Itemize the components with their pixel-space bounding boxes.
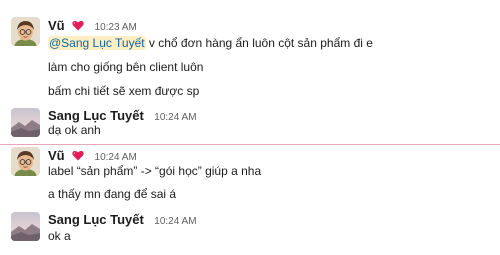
message-timestamp[interactable]: 10:24 AM bbox=[154, 216, 196, 227]
new-messages-divider bbox=[0, 144, 500, 145]
message-text: làm cho giống bên client luôn bbox=[48, 60, 204, 74]
heart-icon bbox=[72, 19, 84, 35]
message-text: label “sản phẩm” -> “gói học” giúp a nha bbox=[48, 164, 262, 178]
message-header: Sang Lục Tuyết 10:24 AM bbox=[48, 212, 197, 228]
message-text: bấm chi tiết sẽ xem được sp bbox=[48, 84, 200, 98]
user-avatar-sang[interactable] bbox=[11, 212, 40, 241]
user-avatar-vu[interactable] bbox=[11, 147, 40, 176]
sender-name[interactable]: Vũ bbox=[48, 18, 65, 33]
message-text: dạ ok anh bbox=[48, 123, 101, 137]
user-mention[interactable]: @Sang Lục Tuyết bbox=[48, 36, 146, 50]
message-timestamp[interactable]: 10:23 AM bbox=[95, 22, 137, 33]
message-header: Sang Lục Tuyết 10:24 AM bbox=[48, 108, 197, 124]
chat-message-list: Vũ 10:23 AM @Sang Lục Tuyết v chổ đơn hà… bbox=[0, 0, 500, 255]
message-timestamp[interactable]: 10:24 AM bbox=[95, 152, 137, 163]
sender-name[interactable]: Vũ bbox=[48, 148, 65, 163]
message-text: ok a bbox=[48, 229, 71, 243]
user-avatar-sang[interactable] bbox=[11, 108, 40, 137]
message-text-segment: v chổ đơn hàng ẩn luôn cột sản phẩm đi e bbox=[145, 36, 373, 50]
sender-name[interactable]: Sang Lục Tuyết bbox=[48, 212, 144, 227]
message-text: a thấy mn đang để sai á bbox=[48, 187, 177, 201]
sender-name[interactable]: Sang Lục Tuyết bbox=[48, 108, 144, 123]
message-timestamp[interactable]: 10:24 AM bbox=[154, 112, 196, 123]
user-avatar-vu[interactable] bbox=[11, 17, 40, 46]
message-text: @Sang Lục Tuyết v chổ đơn hàng ẩn luôn c… bbox=[48, 36, 373, 51]
heart-icon bbox=[72, 149, 84, 165]
message-header: Vũ 10:23 AM bbox=[48, 18, 137, 34]
message-header: Vũ 10:24 AM bbox=[48, 148, 137, 164]
